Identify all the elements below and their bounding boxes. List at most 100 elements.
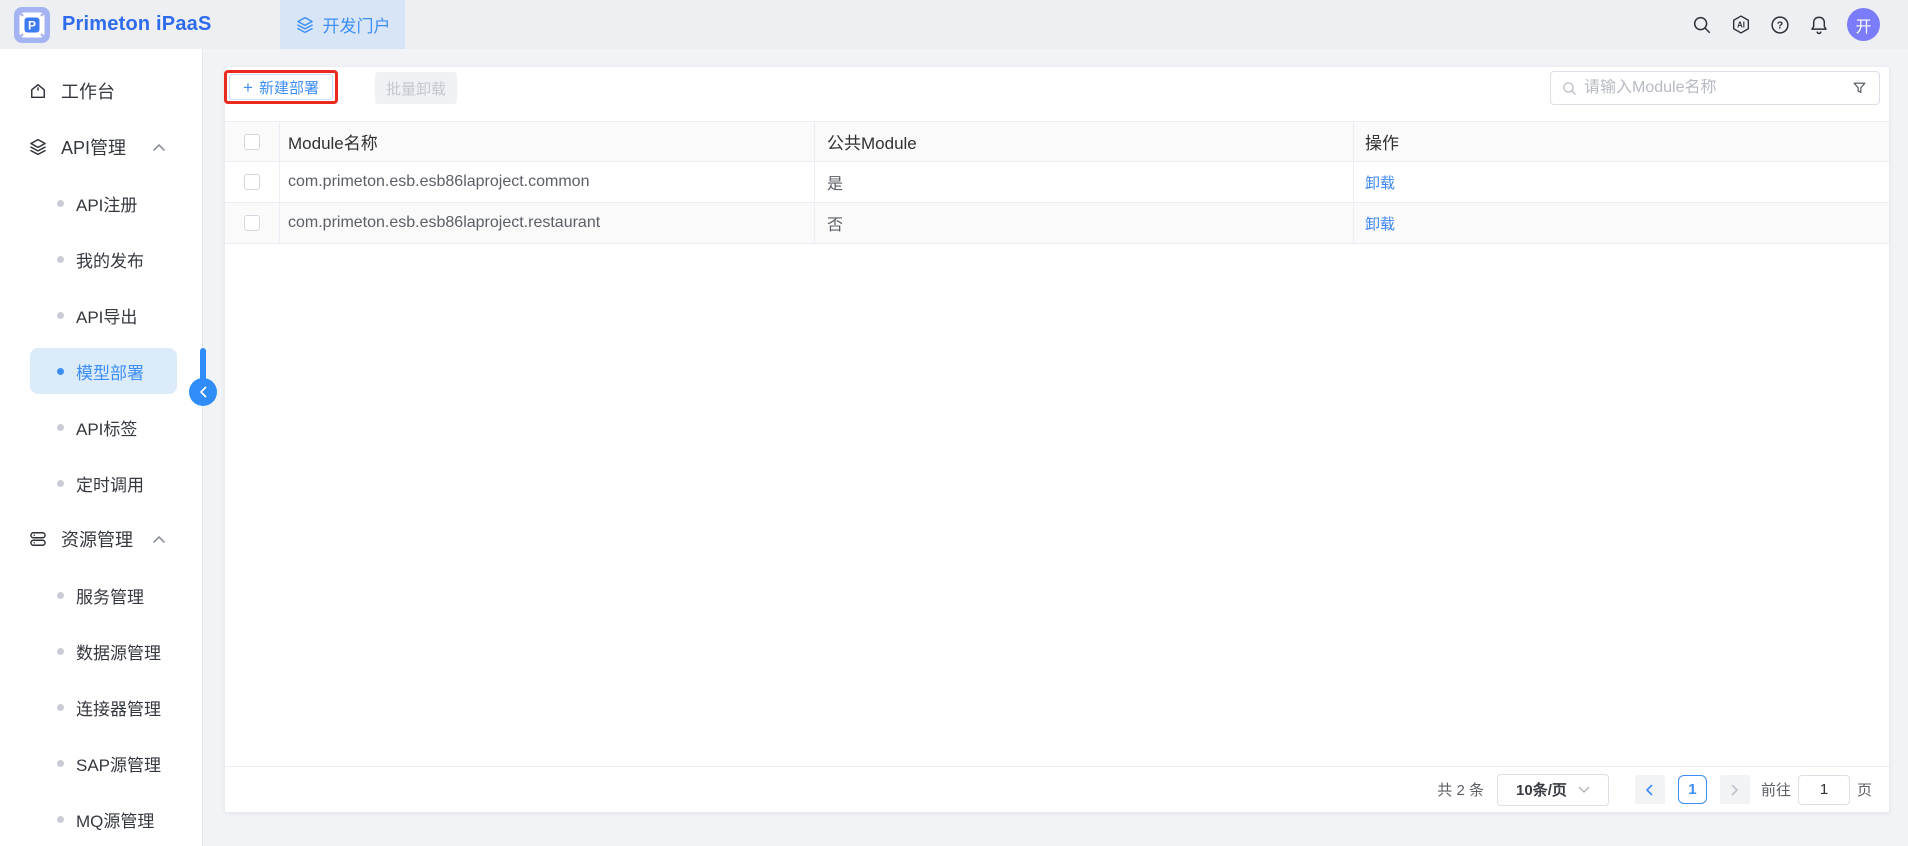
total-count-label: 共 2 条 — [1437, 779, 1484, 800]
new-deploy-button[interactable]: + 新建部署 — [229, 74, 333, 100]
sidebar-item-model-deploy[interactable]: 模型部署 — [0, 343, 202, 399]
goto-page-input[interactable] — [1798, 775, 1850, 805]
bell-icon[interactable] — [1808, 14, 1830, 36]
bullet-dot-icon — [57, 312, 64, 319]
column-header-actions: 操作 — [1365, 129, 1399, 154]
column-header-module-name: Module名称 — [288, 129, 378, 154]
sidebar-group-api-management[interactable]: API管理 — [0, 119, 202, 175]
home-icon — [28, 81, 48, 101]
app-window: P Primeton iPaaS 开发门户 AI — [0, 0, 1908, 846]
unload-link[interactable]: 卸载 — [1365, 172, 1395, 193]
tab-dev-portal[interactable]: 开发门户 — [280, 0, 405, 49]
brand-logo: P Primeton iPaaS — [0, 6, 212, 44]
bullet-dot-icon — [57, 648, 64, 655]
sidebar-collapse-button[interactable] — [189, 378, 217, 406]
sidebar-item-label: 工作台 — [61, 78, 115, 104]
sidebar-item-label: 模型部署 — [76, 359, 144, 384]
ai-assistant-icon[interactable]: AI — [1730, 14, 1752, 36]
help-icon[interactable]: ? — [1769, 14, 1791, 36]
bullet-dot-icon — [57, 592, 64, 599]
sidebar-group-label: API管理 — [61, 134, 126, 160]
search-icon[interactable] — [1691, 14, 1713, 36]
sidebar-item-label: 我的发布 — [76, 247, 144, 272]
row-checkbox[interactable] — [244, 215, 260, 231]
sidebar-item-label: 定时调用 — [76, 471, 144, 496]
sidebar-item-datasource-management[interactable]: 数据源管理 — [0, 623, 202, 679]
layers-icon — [295, 15, 315, 35]
sidebar-item-my-publish[interactable]: 我的发布 — [0, 231, 202, 287]
ai-icon-label: AI — [1737, 20, 1745, 29]
page-size-select[interactable]: 10条/页 — [1497, 774, 1609, 806]
search-icon — [1561, 80, 1578, 97]
main-area: + 新建部署 批量卸载 Module名称 公共Module — [204, 49, 1908, 846]
bullet-dot-icon — [57, 368, 64, 375]
primeton-logo-icon: P — [13, 6, 51, 44]
module-search-input[interactable] — [1578, 79, 1851, 97]
chevron-left-icon — [1645, 784, 1654, 796]
sidebar-item-sap-source-management[interactable]: SAP源管理 — [0, 735, 202, 791]
avatar-initial: 开 — [1855, 13, 1871, 37]
sidebar-item-label: 服务管理 — [76, 583, 144, 608]
new-deploy-label: 新建部署 — [259, 77, 319, 98]
select-all-checkbox[interactable] — [244, 134, 260, 150]
sidebar-item-workbench[interactable]: 工作台 — [0, 63, 202, 119]
column-header-public-module: 公共Module — [827, 129, 917, 154]
filter-funnel-icon[interactable] — [1851, 80, 1868, 97]
module-name-cell: com.primeton.esb.esb86laproject.common — [288, 173, 589, 191]
sidebar-item-label: 数据源管理 — [76, 639, 161, 664]
server-icon — [28, 529, 48, 549]
sidebar-item-scheduled-call[interactable]: 定时调用 — [0, 455, 202, 511]
bullet-dot-icon — [57, 424, 64, 431]
unload-link[interactable]: 卸载 — [1365, 213, 1395, 234]
chevron-down-icon — [1578, 786, 1590, 794]
table-row: com.primeton.esb.esb86laproject.common 是… — [225, 162, 1889, 203]
sidebar-item-label: API标签 — [76, 415, 137, 440]
table-header-row: Module名称 公共Module 操作 — [225, 121, 1889, 162]
page-size-value: 10条/页 — [1516, 779, 1567, 800]
bullet-dot-icon — [57, 816, 64, 823]
sidebar-item-label: SAP源管理 — [76, 751, 161, 776]
chevron-up-icon — [152, 143, 166, 152]
sidebar-group-resource-management[interactable]: 资源管理 — [0, 511, 202, 567]
sidebar-item-label: API导出 — [76, 303, 137, 328]
prev-page-button[interactable] — [1635, 775, 1665, 804]
logo-letter: P — [28, 18, 36, 32]
chevron-right-icon — [1730, 784, 1739, 796]
chevron-up-icon — [152, 535, 166, 544]
sidebar-item-service-management[interactable]: 服务管理 — [0, 567, 202, 623]
content-card: + 新建部署 批量卸载 Module名称 公共Module — [225, 67, 1889, 812]
sidebar-item-label: API注册 — [76, 191, 137, 216]
sidebar-item-api-register[interactable]: API注册 — [0, 175, 202, 231]
sidebar-nav: 工作台 API管理 API注册 我的发布 API导出 模型部署 API标签 定时… — [0, 49, 203, 846]
module-table: Module名称 公共Module 操作 com.primeton.esb.es… — [225, 121, 1889, 244]
plus-icon: + — [243, 79, 253, 96]
pagination-bar: 共 2 条 10条/页 1 前往 页 — [225, 766, 1889, 812]
sidebar-item-api-export[interactable]: API导出 — [0, 287, 202, 343]
module-name-cell: com.primeton.esb.esb86laproject.restaura… — [288, 214, 600, 232]
next-page-button[interactable] — [1720, 775, 1750, 804]
module-search-box — [1550, 71, 1880, 105]
goto-label: 前往 — [1761, 779, 1791, 800]
sidebar-item-label: MQ源管理 — [76, 807, 154, 832]
help-glyph: ? — [1777, 19, 1783, 31]
header-actions: AI ? 开 — [1691, 8, 1908, 41]
bullet-dot-icon — [57, 256, 64, 263]
table-row: com.primeton.esb.esb86laproject.restaura… — [225, 203, 1889, 244]
batch-unload-button[interactable]: 批量卸载 — [375, 72, 457, 104]
bullet-dot-icon — [57, 704, 64, 711]
public-module-cell: 是 — [827, 170, 843, 194]
tab-dev-portal-label: 开发门户 — [323, 12, 391, 37]
user-avatar[interactable]: 开 — [1847, 8, 1880, 41]
sidebar-item-label: 连接器管理 — [76, 695, 161, 720]
row-checkbox[interactable] — [244, 174, 260, 190]
brand-name: Primeton iPaaS — [62, 13, 212, 36]
sidebar-item-mq-source-management[interactable]: MQ源管理 — [0, 791, 202, 846]
layers-icon — [28, 137, 48, 157]
bullet-dot-icon — [57, 760, 64, 767]
sidebar-item-connector-management[interactable]: 连接器管理 — [0, 679, 202, 735]
page-number-button[interactable]: 1 — [1678, 775, 1707, 804]
bullet-dot-icon — [57, 480, 64, 487]
sidebar-group-label: 资源管理 — [61, 526, 133, 552]
sidebar-item-api-tags[interactable]: API标签 — [0, 399, 202, 455]
chevron-left-icon — [198, 385, 209, 399]
